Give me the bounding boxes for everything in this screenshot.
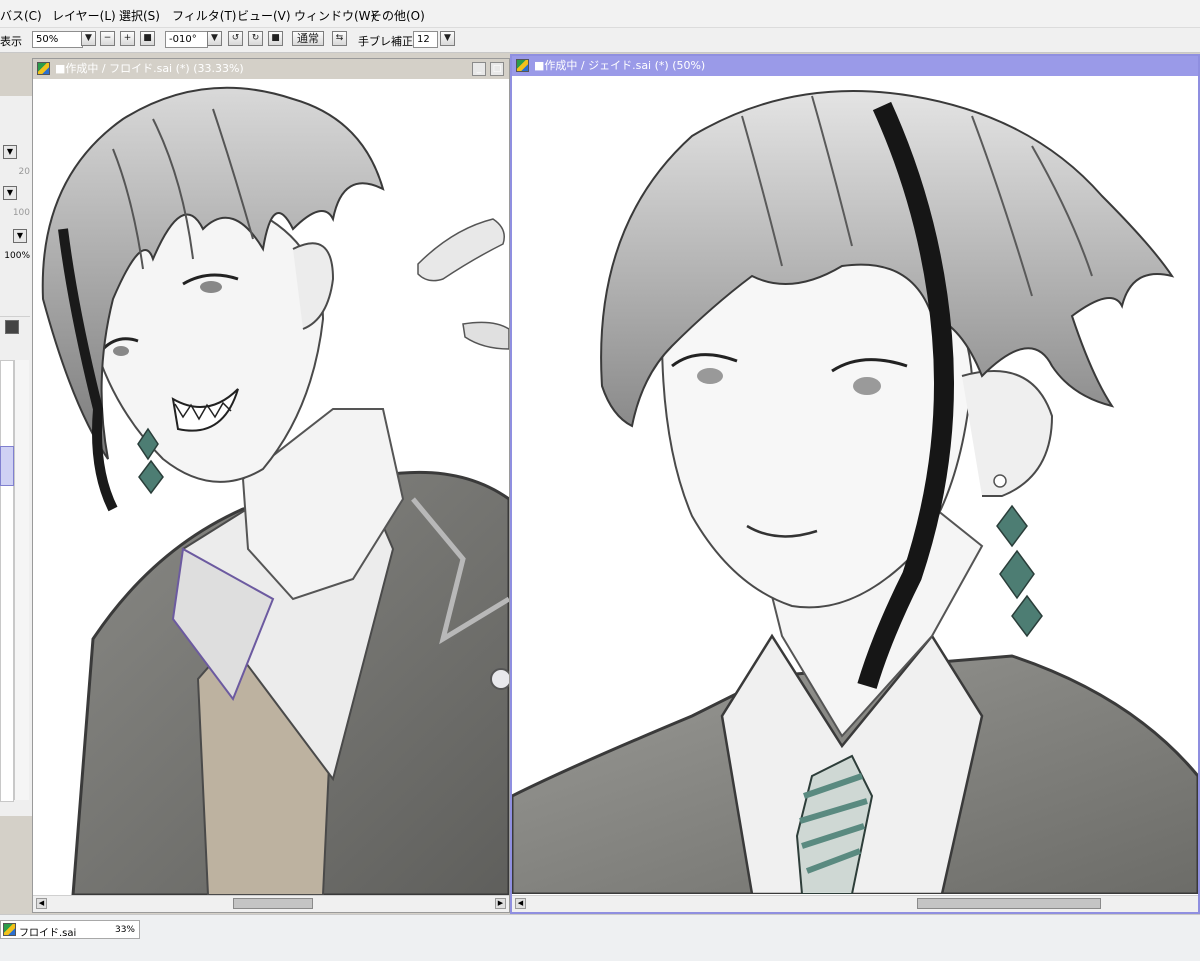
menu-bar: バス(C) レイヤー(L) 選択(S) フィルタ(T) ビュー(V) ウィンドウ… xyxy=(0,0,1200,28)
minimize-icon[interactable]: _ xyxy=(472,62,486,76)
scroll-thumb[interactable] xyxy=(233,898,313,909)
blend-mode-button[interactable]: 通常 xyxy=(292,31,324,46)
tab-filename: フロイド.sai xyxy=(19,928,77,939)
scroll-left-icon[interactable]: ◀ xyxy=(515,898,526,909)
reset-icon[interactable]: ■ xyxy=(140,31,155,46)
scroll-left-icon[interactable]: ◀ xyxy=(36,898,47,909)
stabilizer-label: 手ブレ補正 xyxy=(358,35,413,48)
window-title-floyd: ■作成中 / フロイド.sai (*) (33.33%) xyxy=(55,62,244,75)
menu-select[interactable]: 選択(S) xyxy=(119,7,160,24)
menu-layer[interactable]: レイヤー(L) xyxy=(52,7,116,24)
layer-list xyxy=(0,360,14,802)
view-label: 表示 xyxy=(0,35,22,48)
toolbar: 表示 50% ▼ − + ■ -010° ▼ ↺ ↻ ■ 通常 ⇆ 手ブレ補正 … xyxy=(0,28,1200,53)
zoom-in-icon[interactable]: + xyxy=(120,31,135,46)
dropdown-arrow-icon[interactable]: ▼ xyxy=(440,31,455,46)
reset-icon[interactable]: ■ xyxy=(268,31,283,46)
titlebar-jade[interactable]: ■作成中 / ジェイド.sai (*) (50%) xyxy=(512,56,1198,76)
zoom-field[interactable]: 50% xyxy=(32,31,83,48)
brush-panel: ▼ 20 ▼ 100 ▼ 100% xyxy=(0,96,33,816)
floyd-illustration xyxy=(41,86,509,895)
menu-other[interactable]: その他(O) xyxy=(370,7,425,24)
dropdown-arrow-icon[interactable]: ▼ xyxy=(207,31,222,46)
document-tab-floyd[interactable]: フロイド.sai 33% xyxy=(0,920,140,939)
menu-filter[interactable]: フィルタ(T) xyxy=(172,7,236,24)
zoom-out-icon[interactable]: − xyxy=(100,31,115,46)
opacity-value: 100% xyxy=(4,251,30,261)
app-icon xyxy=(37,62,50,75)
titlebar-floyd[interactable]: ■作成中 / フロイド.sai (*) (33.33%) _ □ xyxy=(33,59,509,79)
menu-view[interactable]: ビュー(V) xyxy=(237,7,291,24)
app-icon xyxy=(3,923,16,936)
document-window-floyd[interactable]: ■作成中 / フロイド.sai (*) (33.33%) _ □ ◀ ▶ xyxy=(32,58,510,913)
app-icon xyxy=(516,59,529,72)
menu-window[interactable]: ウィンドウ(W) xyxy=(294,7,375,24)
angle-field[interactable]: -010° xyxy=(165,31,208,48)
document-tabs-bar: フロイド.sai 33% xyxy=(0,914,1200,961)
tab-zoom: 33% xyxy=(114,925,135,935)
scroll-right-icon[interactable]: ▶ xyxy=(495,898,506,909)
dropdown-arrow-icon[interactable]: ▼ xyxy=(13,229,27,243)
stabilizer-field[interactable]: 12 xyxy=(413,31,438,48)
layer-scrollbar[interactable] xyxy=(14,360,29,800)
canvas-jade[interactable] xyxy=(512,76,1198,894)
document-window-jade[interactable]: ■作成中 / ジェイド.sai (*) (50%) ◀ xyxy=(510,54,1200,914)
brush-density-value: 100 xyxy=(12,208,30,218)
rotate-right-icon[interactable]: ↻ xyxy=(248,31,263,46)
layer-item-selected[interactable] xyxy=(0,446,14,486)
mirror-icon[interactable]: ⇆ xyxy=(332,31,347,46)
menu-canvas[interactable]: バス(C) xyxy=(0,7,42,24)
rotate-left-icon[interactable]: ↺ xyxy=(228,31,243,46)
brush-size-value: 20 xyxy=(18,167,30,177)
horizontal-scrollbar-jade[interactable]: ◀ xyxy=(512,895,1198,912)
dropdown-arrow-icon[interactable]: ▼ xyxy=(3,186,17,200)
scroll-thumb[interactable] xyxy=(917,898,1101,909)
horizontal-scrollbar-floyd[interactable]: ◀ ▶ xyxy=(33,895,509,912)
layer-mask-icon[interactable] xyxy=(5,320,19,334)
dropdown-arrow-icon[interactable]: ▼ xyxy=(3,145,17,159)
canvas-floyd[interactable] xyxy=(33,79,509,895)
maximize-icon[interactable]: □ xyxy=(490,62,504,76)
window-title-jade: ■作成中 / ジェイド.sai (*) (50%) xyxy=(534,59,706,72)
dropdown-arrow-icon[interactable]: ▼ xyxy=(81,31,96,46)
jade-illustration xyxy=(512,90,1198,894)
